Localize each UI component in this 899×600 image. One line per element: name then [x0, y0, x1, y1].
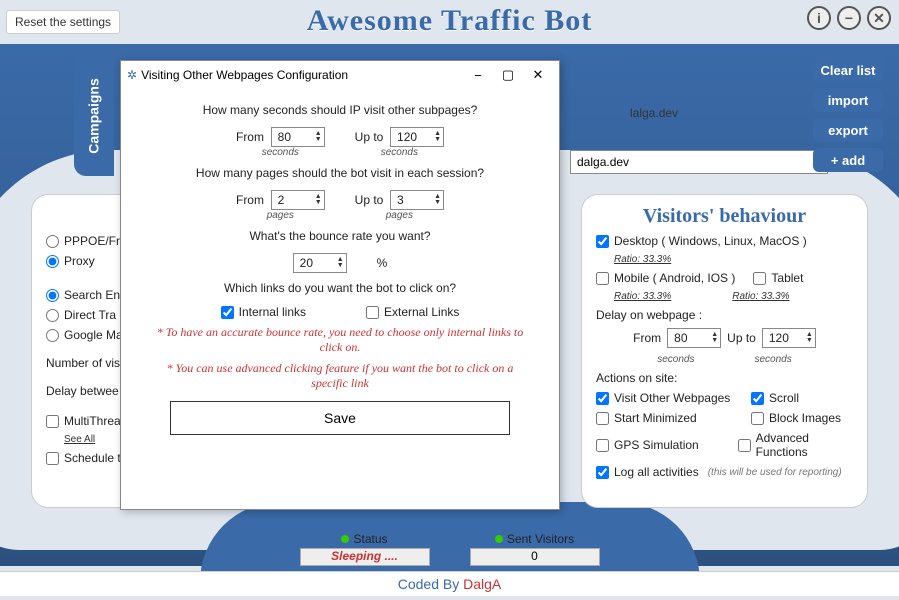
seconds-to-input[interactable]: 120▲▼ — [390, 127, 444, 147]
app-title: Awesome Traffic Bot — [307, 4, 593, 38]
pages-from-input[interactable]: 2▲▼ — [271, 190, 325, 210]
dialog-close-icon[interactable]: ✕ — [523, 64, 553, 86]
dialog-maximize-icon[interactable]: ▢ — [493, 64, 523, 86]
dialog-app-icon: ✲ — [127, 68, 137, 82]
q-seconds: How many seconds should IP visit other s… — [141, 103, 539, 117]
import-button[interactable]: import — [813, 88, 883, 112]
dialog-title: Visiting Other Webpages Configuration — [141, 68, 348, 82]
visiting-config-dialog: ✲ Visiting Other Webpages Configuration … — [120, 60, 560, 510]
q-pages: How many pages should the bot visit in e… — [141, 166, 539, 180]
desktop-ratio[interactable]: Ratio: 33.3% — [614, 254, 853, 265]
status-label: Status — [353, 532, 387, 546]
seconds-from-input[interactable]: 80▲▼ — [271, 127, 325, 147]
footer: Coded By DalgA — [0, 571, 899, 596]
dialog-minimize-icon[interactable]: − — [463, 64, 493, 86]
reset-settings-button[interactable]: Reset the settings — [6, 10, 120, 34]
log-all-checkbox[interactable]: Log all activities — [596, 465, 699, 479]
status-dot-icon — [341, 535, 349, 543]
pages-to-input[interactable]: 3▲▼ — [390, 190, 444, 210]
internal-links-checkbox[interactable]: Internal links — [221, 305, 306, 319]
tablet-ratio[interactable]: Ratio: 33.3% — [732, 291, 789, 302]
behaviour-title: Visitors' behaviour — [596, 205, 853, 228]
info-icon[interactable]: i — [807, 6, 831, 30]
sent-visitors-value: 0 — [470, 548, 600, 566]
external-links-checkbox[interactable]: External Links — [366, 305, 459, 319]
log-hint: (this will be used for reporting) — [708, 467, 842, 478]
block-images-checkbox[interactable]: Block Images — [751, 411, 841, 425]
visitors-dot-icon — [495, 535, 503, 543]
delay-to-input[interactable]: 120▲▼ — [762, 328, 816, 348]
q-bounce: What's the bounce rate you want? — [141, 229, 539, 243]
note-advanced: * You can use advanced clicking feature … — [151, 361, 529, 391]
scroll-checkbox[interactable]: Scroll — [751, 391, 799, 405]
tablet-checkbox[interactable]: Tablet — [753, 271, 803, 285]
url-list-item: lalga.dev — [630, 106, 678, 120]
minimize-icon[interactable]: − — [837, 6, 861, 30]
visit-other-checkbox[interactable]: Visit Other Webpages — [596, 391, 746, 405]
start-minimized-checkbox[interactable]: Start Minimized — [596, 411, 746, 425]
bounce-rate-input[interactable]: 20▲▼ — [293, 253, 347, 273]
clear-list-button[interactable]: Clear list — [813, 58, 883, 82]
desktop-checkbox[interactable]: Desktop ( Windows, Linux, MacOS ) — [596, 234, 853, 248]
mobile-ratio[interactable]: Ratio: 33.3% — [614, 291, 671, 302]
mobile-checkbox[interactable]: Mobile ( Android, IOS ) — [596, 271, 735, 285]
q-links: Which links do you want the bot to click… — [141, 281, 539, 295]
sent-visitors-label: Sent Visitors — [507, 532, 574, 546]
save-button[interactable]: Save — [170, 401, 510, 435]
delay-from-input[interactable]: 80▲▼ — [667, 328, 721, 348]
advanced-fn-checkbox[interactable]: Advanced Functions — [738, 431, 853, 459]
url-input[interactable] — [570, 150, 828, 174]
actions-label: Actions on site: — [596, 371, 853, 385]
close-icon[interactable]: ✕ — [867, 6, 891, 30]
add-button[interactable]: + add — [813, 148, 883, 172]
status-value: Sleeping .... — [300, 548, 430, 566]
campaigns-tab[interactable]: Campaigns — [74, 56, 114, 176]
note-bounce: * To have an accurate bounce rate, you n… — [151, 325, 529, 355]
behaviour-panel: Visitors' behaviour Desktop ( Windows, L… — [582, 195, 867, 507]
gps-sim-checkbox[interactable]: GPS Simulation — [596, 438, 733, 452]
delay-webpage-label: Delay on webpage : — [596, 308, 853, 322]
export-button[interactable]: export — [813, 118, 883, 142]
